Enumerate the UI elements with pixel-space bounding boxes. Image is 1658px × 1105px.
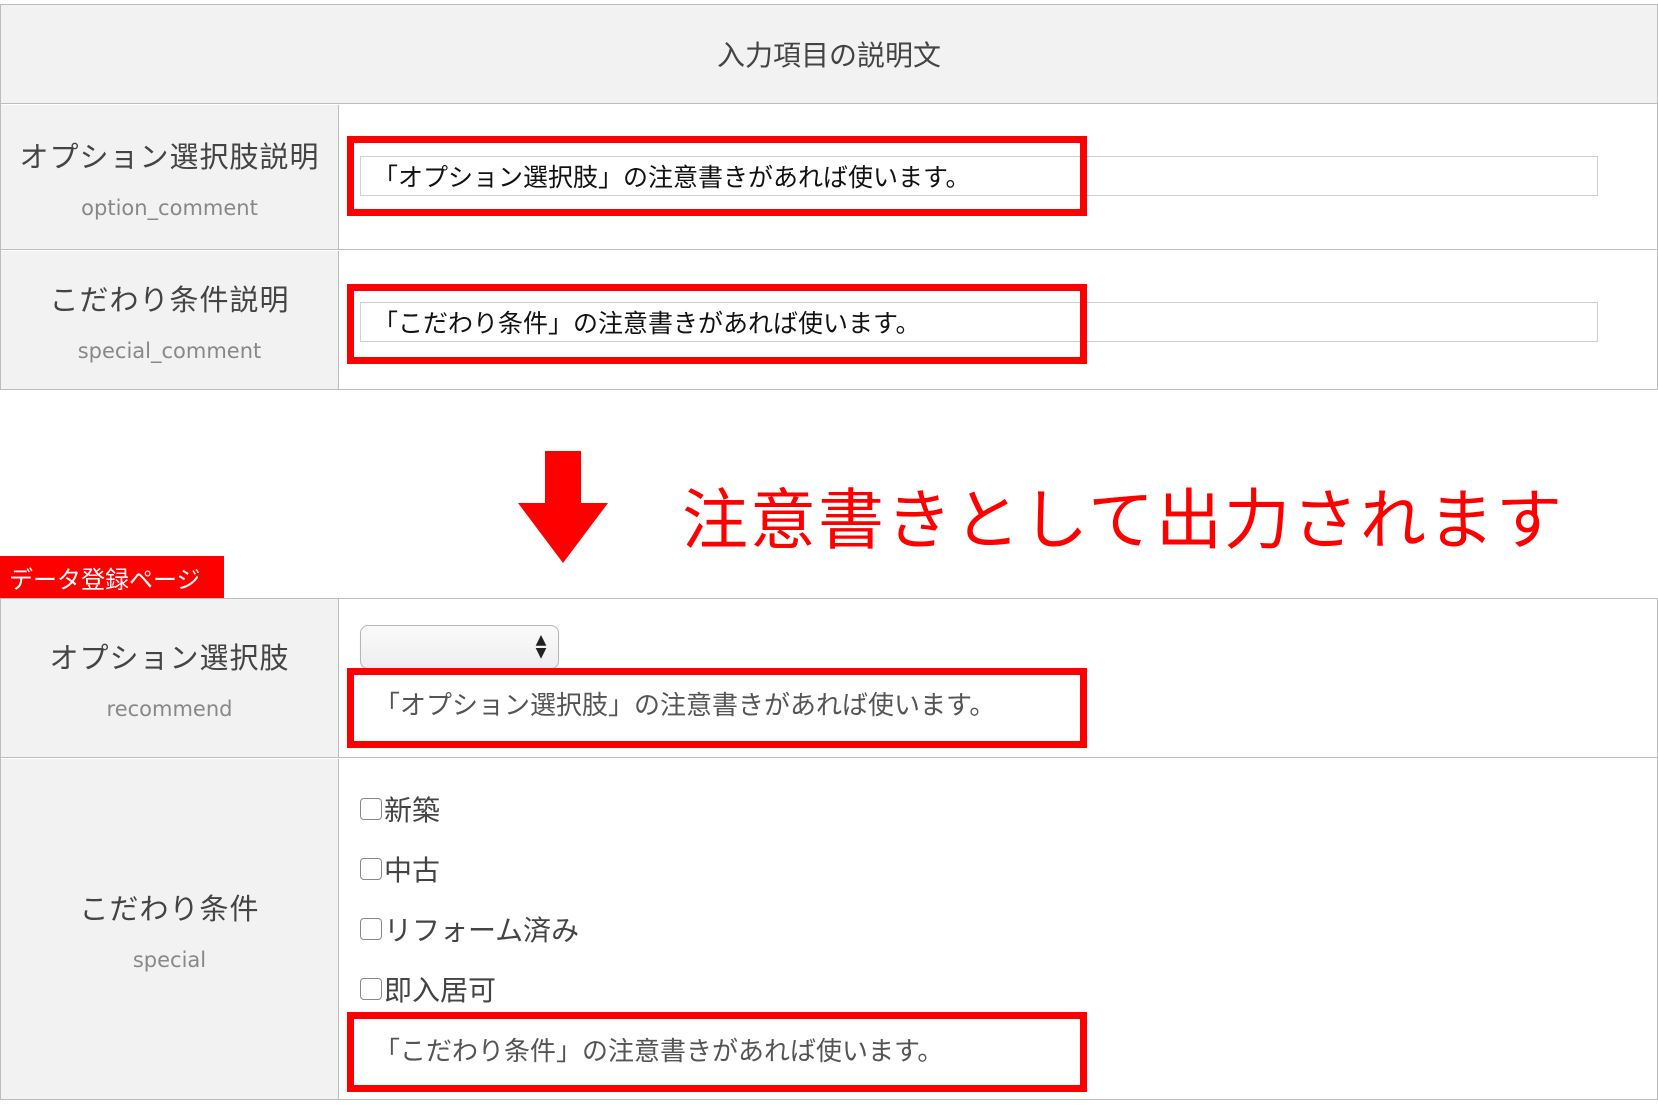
- special-option-new[interactable]: 新築: [360, 789, 440, 829]
- field-label: こだわり条件説明: [49, 283, 290, 317]
- annotation-caption: 注意書きとして出力されます: [682, 482, 1565, 559]
- option-select[interactable]: ▲ ▼: [360, 625, 559, 669]
- field-key: special: [132, 948, 207, 972]
- settings-table: 入力項目の説明文 オプション選択肢説明 option_comment 「オプショ…: [0, 4, 1658, 390]
- data-page-tag: データ登録ページ: [0, 556, 224, 598]
- settings-row-option-comment: オプション選択肢説明 option_comment 「オプション選択肢」の注意書…: [1, 105, 1657, 250]
- checkbox-label: 新築: [384, 794, 441, 827]
- settings-header-title: 入力項目の説明文: [716, 39, 941, 72]
- data-row-special: こだわり条件 special 新築 中古 リフォーム済み 即入居可 「こだわり条…: [1, 759, 1657, 1099]
- data-row-label-cell: オプション選択肢 recommend: [1, 599, 339, 757]
- data-entry-table: オプション選択肢 recommend ▲ ▼ 「オプション選択肢」の注意書きがあれ…: [0, 598, 1658, 1100]
- checkbox[interactable]: [360, 918, 382, 940]
- option-note: 「オプション選択肢」の注意書きがあれば使います。: [374, 691, 996, 721]
- checkbox-label: 中古: [384, 854, 441, 887]
- field-key: special_comment: [77, 339, 262, 363]
- checkbox[interactable]: [360, 858, 382, 880]
- settings-row-special-comment: こだわり条件説明 special_comment 「こだわり条件」の注意書きがあ…: [1, 251, 1657, 389]
- arrow-down-icon: [518, 451, 608, 563]
- data-row-option: オプション選択肢 recommend ▲ ▼ 「オプション選択肢」の注意書きがあれ…: [1, 599, 1657, 758]
- field-label: オプション選択肢説明: [19, 140, 320, 174]
- settings-row-label-cell: こだわり条件説明 special_comment: [1, 251, 339, 389]
- field-label: オプション選択肢: [49, 641, 290, 675]
- special-option-renovated[interactable]: リフォーム済み: [360, 909, 579, 949]
- field-label: こだわり条件: [79, 892, 260, 926]
- special-option-used[interactable]: 中古: [360, 849, 440, 889]
- checkbox-label: リフォーム済み: [384, 914, 580, 947]
- field-key: option_comment: [81, 196, 258, 220]
- checkbox-label: 即入居可: [384, 974, 497, 1007]
- settings-table-header: 入力項目の説明文: [1, 5, 1657, 104]
- data-page-tag-label: データ登録ページ: [9, 565, 201, 594]
- special-note: 「こだわり条件」の注意書きがあれば使います。: [374, 1037, 944, 1067]
- checkbox[interactable]: [360, 978, 382, 1000]
- option-comment-input[interactable]: 「オプション選択肢」の注意書きがあれば使います。: [360, 156, 1598, 196]
- special-comment-input-value: 「こだわり条件」の注意書きがあれば使います。: [373, 309, 921, 338]
- checkbox[interactable]: [360, 798, 382, 820]
- special-comment-input[interactable]: 「こだわり条件」の注意書きがあれば使います。: [360, 302, 1598, 342]
- settings-row-label-cell: オプション選択肢説明 option_comment: [1, 105, 339, 249]
- field-key: recommend: [106, 697, 233, 721]
- special-option-immediate[interactable]: 即入居可: [360, 969, 496, 1009]
- select-updown-icon: ▲ ▼: [535, 632, 547, 661]
- option-comment-input-value: 「オプション選択肢」の注意書きがあれば使います。: [373, 163, 971, 192]
- data-row-label-cell: こだわり条件 special: [1, 759, 339, 1099]
